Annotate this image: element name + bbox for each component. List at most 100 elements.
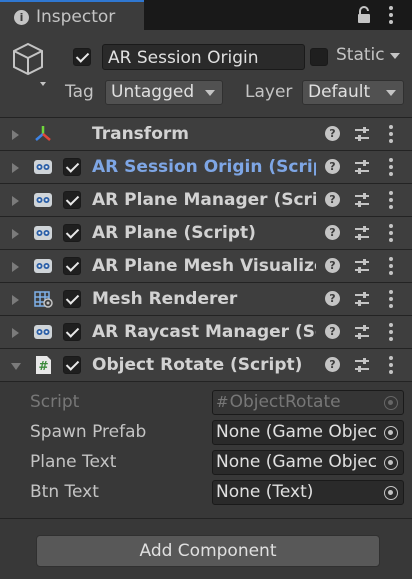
script-reference-field: #ObjectRotate [212,390,404,415]
preset-sliders-icon[interactable] [354,291,370,307]
component-enabled-checkbox[interactable] [63,323,81,341]
spawn-prefab-field[interactable]: None (Game Object) [212,420,404,445]
component-header-ar-plane[interactable]: AR Plane (Script) ? [0,217,412,250]
property-value: ObjectRotate [229,392,341,412]
component-menu-icon[interactable] [389,224,393,245]
csharp-script-icon: # [216,393,229,411]
component-header-ar-plane-mesh-visualizer[interactable]: AR Plane Mesh Visualizer (Script) ? [0,250,412,283]
component-menu-icon[interactable] [389,257,393,278]
help-icon[interactable]: ? [325,159,340,174]
transform-icon [35,126,51,141]
component-menu-icon[interactable] [389,290,393,311]
layer-dropdown[interactable]: Default [302,80,404,105]
inspector-tab[interactable]: i Inspector [0,0,144,30]
component-title: AR Raycast Manager (Script) [92,322,316,342]
foldout-arrow-icon[interactable] [12,295,19,305]
object-picker-icon[interactable] [384,456,398,470]
property-label: Spawn Prefab [30,422,147,442]
foldout-arrow-icon[interactable] [12,130,19,140]
component-title: Object Rotate (Script) [92,355,303,375]
divider [0,518,412,519]
script-ar-icon [34,226,52,240]
property-label: Script [30,392,80,412]
static-label: Static [336,45,385,65]
tag-dropdown[interactable]: Untagged [105,80,223,105]
object-rotate-properties: Script #ObjectRotate Spawn Prefab None (… [0,384,412,518]
svg-text:#: # [38,359,48,373]
component-header-mesh-renderer[interactable]: Mesh Renderer ? [0,283,412,316]
property-row-plane-text: Plane Text None (Game Object) [0,448,412,478]
help-icon[interactable]: ? [325,126,340,141]
component-enabled-checkbox[interactable] [63,356,81,374]
component-menu-icon[interactable] [389,191,393,212]
gameobject-active-checkbox[interactable] [73,48,91,66]
foldout-arrow-icon[interactable] [12,196,19,206]
component-title: AR Plane Manager (Script) [92,190,316,210]
help-icon[interactable]: ? [325,357,340,372]
preset-sliders-icon[interactable] [354,126,370,142]
component-enabled-checkbox[interactable] [63,224,81,242]
component-header-ar-session-origin[interactable]: AR Session Origin (Script) ? [0,151,412,184]
foldout-arrow-icon[interactable] [11,363,21,370]
preset-sliders-icon[interactable] [354,258,370,274]
foldout-arrow-icon[interactable] [12,262,19,272]
inspector-tab-label: Inspector [36,7,116,27]
help-icon[interactable]: ? [325,324,340,339]
component-enabled-checkbox[interactable] [63,158,81,176]
property-value: None (Game Object) [216,452,376,472]
component-header-transform[interactable]: Transform ? [0,118,412,151]
component-title: AR Plane Mesh Visualizer (Script) [92,256,316,276]
object-picker-icon[interactable] [384,486,398,500]
static-dropdown-icon[interactable] [390,53,400,59]
help-icon[interactable]: ? [325,291,340,306]
script-ar-icon [34,160,52,174]
help-icon[interactable]: ? [325,225,340,240]
script-ar-icon [34,193,52,207]
tab-menu-icon[interactable] [389,6,393,27]
preset-sliders-icon[interactable] [354,225,370,241]
preset-sliders-icon[interactable] [354,159,370,175]
component-header-object-rotate[interactable]: # Object Rotate (Script) ? [0,349,412,382]
component-menu-icon[interactable] [389,158,393,179]
lock-icon[interactable] [356,6,372,24]
component-menu-icon[interactable] [389,356,393,377]
preset-sliders-icon[interactable] [354,357,370,373]
component-enabled-checkbox[interactable] [63,257,81,275]
property-row-spawn-prefab: Spawn Prefab None (Game Object) [0,418,412,448]
help-icon[interactable]: ? [325,192,340,207]
preset-sliders-icon[interactable] [354,192,370,208]
component-title: Transform [92,124,189,144]
property-label: Btn Text [30,482,99,502]
foldout-arrow-icon[interactable] [12,163,19,173]
foldout-arrow-icon[interactable] [12,328,19,338]
component-menu-icon[interactable] [389,323,393,344]
info-icon: i [14,10,29,25]
object-picker-icon [384,396,398,410]
chevron-down-icon [205,90,215,96]
gameobject-name-field[interactable]: AR Session Origin [102,44,305,70]
gameobject-cube-icon[interactable] [10,42,54,86]
component-enabled-checkbox[interactable] [63,290,81,308]
add-component-button[interactable]: Add Component [36,535,380,567]
static-checkbox[interactable] [310,48,328,66]
btn-text-field[interactable]: None (Text) [212,480,404,505]
component-header-ar-raycast-manager[interactable]: AR Raycast Manager (Script) ? [0,316,412,349]
object-picker-icon[interactable] [384,426,398,440]
component-title: Mesh Renderer [92,289,238,309]
preset-sliders-icon[interactable] [354,324,370,340]
foldout-arrow-icon[interactable] [12,229,19,239]
csharp-script-icon: # [36,356,51,374]
chevron-down-icon [386,90,396,96]
component-enabled-checkbox[interactable] [63,191,81,209]
component-title: AR Session Origin (Script) [92,157,316,177]
layer-label: Layer [245,82,293,102]
property-value: None (Game Object) [216,422,376,442]
property-value: None (Text) [216,482,314,502]
script-ar-icon [34,259,52,273]
component-header-ar-plane-manager[interactable]: AR Plane Manager (Script) ? [0,184,412,217]
component-menu-icon[interactable] [389,125,393,146]
tag-dropdown-value: Untagged [111,82,195,102]
help-icon[interactable]: ? [325,258,340,273]
plane-text-field[interactable]: None (Game Object) [212,450,404,475]
window-tab-bar: i Inspector [0,0,412,30]
